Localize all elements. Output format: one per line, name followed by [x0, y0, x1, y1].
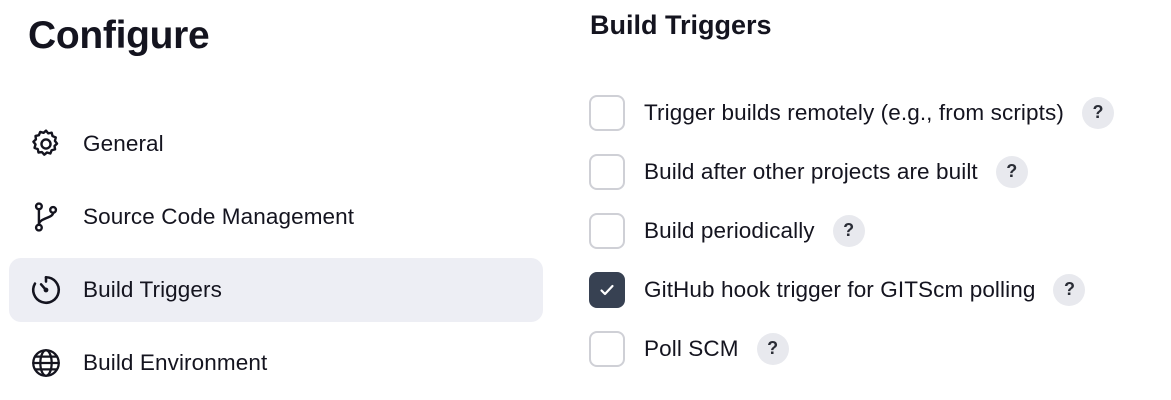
help-icon[interactable]: ?	[832, 214, 865, 247]
trigger-periodically-checkbox[interactable]	[589, 212, 625, 249]
trigger-poll-scm-checkbox[interactable]	[589, 330, 625, 367]
help-icon[interactable]: ?	[995, 155, 1028, 188]
sidebar-item-source-code-management[interactable]: Source Code Management	[9, 185, 543, 249]
trigger-row-remote: Trigger builds remotely (e.g., from scri…	[589, 94, 1114, 131]
trigger-row-github-hook: GitHub hook trigger for GITScm polling ?	[589, 271, 1114, 308]
git-branch-icon	[29, 200, 63, 234]
gear-icon	[29, 127, 63, 161]
trigger-label[interactable]: Build after other projects are built	[644, 159, 978, 185]
trigger-row-after-other-projects: Build after other projects are built ?	[589, 153, 1114, 190]
sidebar-item-general[interactable]: General	[9, 112, 543, 176]
sidebar-item-label: Source Code Management	[83, 204, 355, 229]
section-title: Build Triggers	[590, 10, 772, 40]
trigger-github-hook-checkbox[interactable]	[589, 271, 625, 308]
trigger-row-poll-scm: Poll SCM ?	[589, 330, 1114, 367]
checkmark-icon	[600, 284, 614, 295]
globe-icon	[29, 346, 63, 380]
help-icon[interactable]: ?	[756, 332, 789, 365]
page-title: Configure	[28, 14, 210, 57]
timer-icon	[29, 273, 63, 307]
build-triggers-list: Trigger builds remotely (e.g., from scri…	[589, 94, 1114, 389]
trigger-row-periodically: Build periodically ?	[589, 212, 1114, 249]
trigger-label[interactable]: GitHub hook trigger for GITScm polling	[644, 277, 1035, 303]
sidebar-item-build-environment[interactable]: Build Environment	[9, 331, 543, 395]
trigger-label[interactable]: Trigger builds remotely (e.g., from scri…	[644, 100, 1064, 126]
trigger-label[interactable]: Build periodically	[644, 218, 815, 244]
help-icon[interactable]: ?	[1081, 96, 1114, 129]
trigger-label[interactable]: Poll SCM	[644, 336, 739, 362]
trigger-after-other-projects-checkbox[interactable]	[589, 153, 625, 190]
sidebar-item-label: Build Environment	[83, 350, 268, 375]
sidebar-item-build-triggers[interactable]: Build Triggers	[9, 258, 543, 322]
sidebar-item-label: Build Triggers	[83, 277, 222, 302]
sidebar-item-label: General	[83, 131, 164, 156]
help-icon[interactable]: ?	[1053, 273, 1086, 306]
trigger-remote-checkbox[interactable]	[589, 94, 625, 131]
sidebar-nav: General Source Code Management Build Tri…	[9, 112, 543, 400]
configure-page: Configure General Source Code Management…	[0, 0, 1171, 400]
